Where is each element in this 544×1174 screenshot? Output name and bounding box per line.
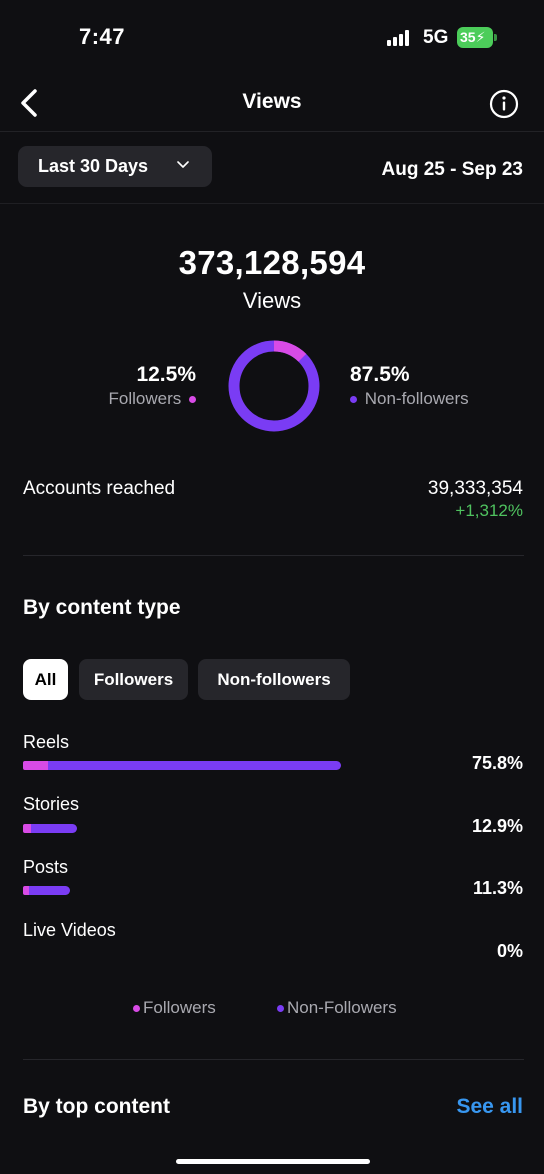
content-type-label-reels: Reels	[23, 732, 70, 752]
divider	[23, 555, 524, 556]
status-bar: 7:47 5G 35⚡	[0, 0, 544, 76]
total-views-label: Views	[242, 288, 302, 313]
bar-followers-segment	[23, 761, 49, 770]
home-indicator[interactable]	[176, 1159, 370, 1164]
top-content-title: By top content	[23, 1095, 170, 1118]
content-type-value-posts: 11.3%	[472, 878, 523, 898]
followers-dot	[133, 1005, 140, 1013]
non-followers-legend: Non-followers	[350, 389, 469, 409]
followers-percentage: 12.5%	[136, 363, 196, 386]
date-range-label: Last 30 Days	[38, 156, 149, 176]
total-views: 373,128,594	[178, 244, 366, 281]
battery-cap	[494, 34, 497, 41]
see-all-link[interactable]: See all	[456, 1095, 523, 1119]
page-title: Views	[242, 90, 302, 113]
status-time: 7:47	[79, 24, 126, 49]
content-type-bar-posts	[23, 886, 71, 895]
content-type-bar-reels	[23, 761, 341, 770]
battery-level: 35	[460, 29, 476, 45]
content-type-value-stories: 12.9%	[471, 816, 523, 836]
content-type-value-live-videos: 0%	[496, 941, 523, 961]
audience-donut-chart	[228, 340, 320, 432]
non-followers-percentage: 87.5%	[350, 363, 410, 386]
legend-followers: Followers	[133, 998, 216, 1018]
bar-non-followers-segment	[48, 761, 341, 770]
accounts-reached-value: 39,333,354	[427, 478, 523, 499]
chevron-down-icon	[177, 161, 189, 168]
date-range-row: Last 30 Days Aug 25 - Sep 23	[0, 132, 544, 204]
info-button[interactable]	[489, 89, 519, 119]
bar-non-followers-segment	[31, 824, 78, 833]
bar-non-followers-segment	[29, 886, 71, 895]
legend-non-followers: Non-Followers	[277, 998, 397, 1018]
date-range-text: Aug 25 - Sep 23	[381, 159, 524, 180]
network-type: 5G	[423, 27, 449, 48]
content-type-value-reels: 75.8%	[471, 753, 523, 773]
bar-followers-segment	[23, 824, 32, 833]
divider	[23, 1059, 524, 1060]
info-circle-icon	[489, 89, 519, 119]
accounts-reached-label: Accounts reached	[23, 478, 176, 499]
non-followers-label: Non-followers	[364, 389, 469, 408]
accounts-reached-change: +1,312%	[455, 501, 523, 520]
content-type-title: By content type	[23, 596, 181, 619]
content-type-bar-stories	[23, 824, 78, 833]
followers-legend: Followers	[109, 389, 196, 409]
signal-icon	[387, 30, 413, 46]
filter-chip-followers[interactable]: Followers	[79, 659, 188, 700]
legend-non-followers-label: Non-Followers	[287, 998, 397, 1017]
followers-dot	[189, 396, 196, 404]
content-type-label-stories: Stories	[23, 794, 80, 814]
legend-followers-label: Followers	[143, 998, 216, 1017]
content-type-label-live-videos: Live Videos	[23, 920, 116, 940]
content-type-label-posts: Posts	[23, 857, 69, 877]
filter-chip-all[interactable]: All	[23, 659, 68, 700]
non-followers-dot	[350, 396, 357, 404]
non-followers-dot	[277, 1005, 284, 1013]
nav-bar: Views	[0, 76, 544, 132]
followers-label: Followers	[108, 389, 182, 408]
filter-chip-non-followers[interactable]: Non-followers	[198, 659, 350, 700]
battery-icon: 35⚡	[457, 27, 493, 48]
date-range-dropdown[interactable]: Last 30 Days	[18, 146, 212, 187]
